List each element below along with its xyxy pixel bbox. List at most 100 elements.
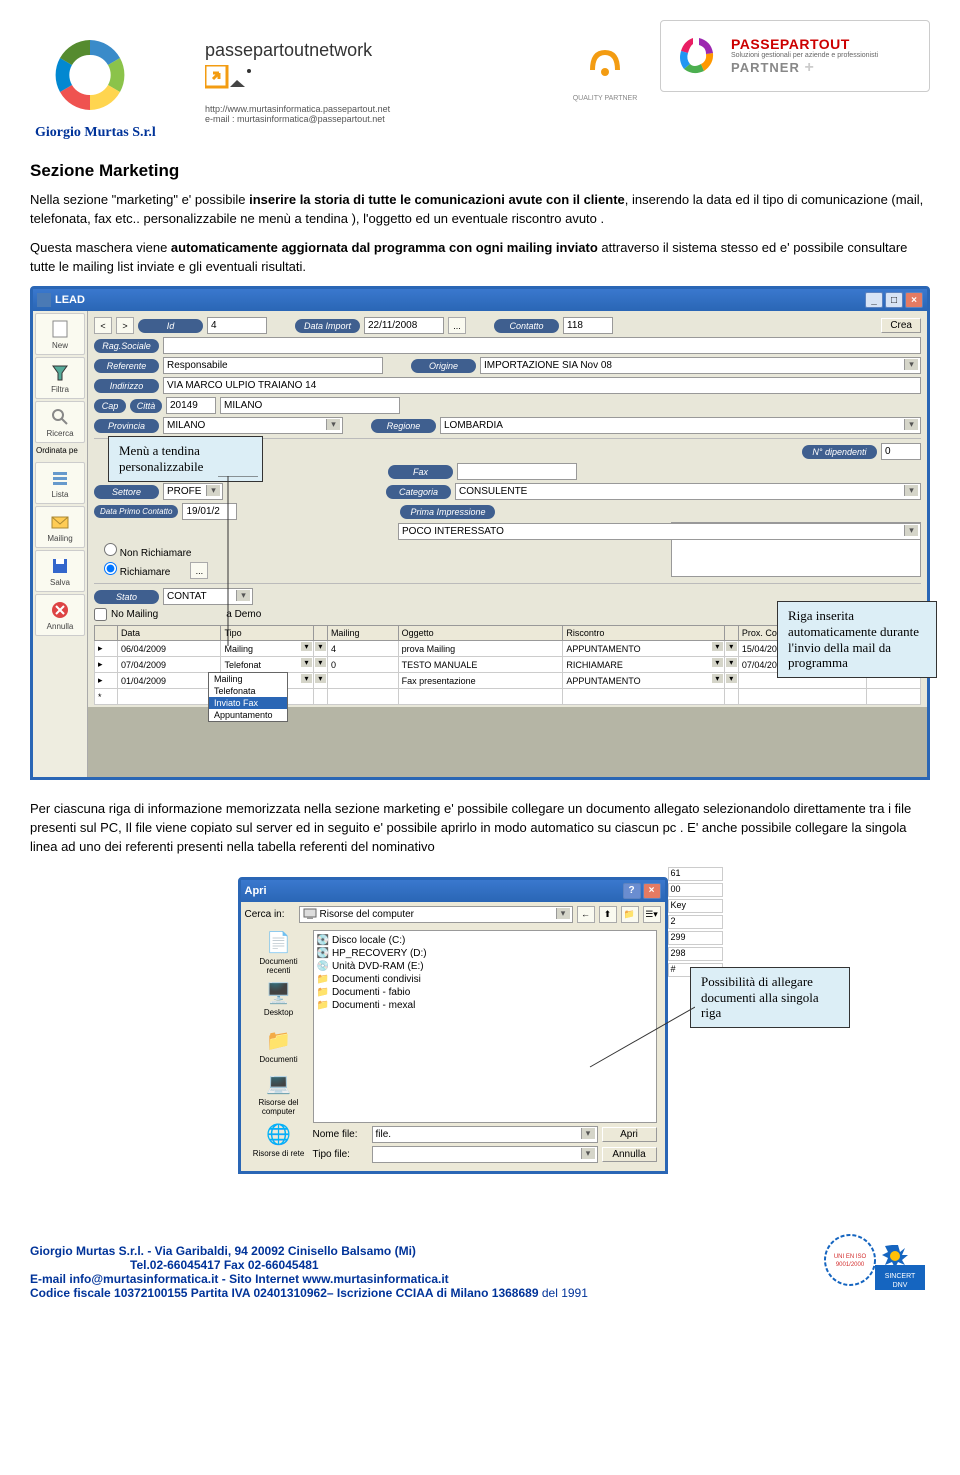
primaimpr-field[interactable]: POCO INTERESSATO [398,523,921,540]
dataimport-field[interactable]: 22/11/2008 [364,317,444,334]
filename-field[interactable]: file. [372,1126,598,1143]
dialog-sidebar-item[interactable]: 💻Risorse del computer [249,1071,309,1116]
page-footer: Giorgio Murtas S.r.l. - Via Garibaldi, 9… [30,1244,588,1300]
window-sidebar: New Filtra Ricerca Ordinata pe Lista Mai… [33,311,88,777]
sidebar-search[interactable]: Ricerca [35,401,85,443]
contatto-label: Contatto [494,319,559,333]
dialog-sidebar-item[interactable]: 📄Documenti recenti [249,930,309,975]
filename-label: Nome file: [313,1129,368,1140]
contatto-field[interactable]: 118 [563,317,613,334]
categoria-label: Categoria [386,485,451,499]
file-row[interactable]: 💽HP_RECOVERY (D:) [317,947,653,960]
table-header[interactable]: Oggetto [398,626,563,641]
indirizzo-field[interactable]: VIA MARCO ULPIO TRAIANO 14 [163,377,921,394]
ragsociale-field[interactable] [163,337,921,354]
svg-text:SINCERT: SINCERT [885,1273,916,1280]
view-menu-button[interactable]: ☰▾ [643,906,661,923]
citta-field[interactable]: MILANO [220,397,400,414]
nav-up-button[interactable]: ⬆ [599,906,617,923]
open-button[interactable]: Apri [602,1127,657,1142]
nonrichiamare-radio[interactable]: Non Richiamare [104,543,191,559]
nav-next[interactable]: > [116,317,134,334]
sidebar-filter[interactable]: Filtra [35,357,85,399]
nav-back-button[interactable]: ← [577,906,595,923]
dialog-sidebar: 📄Documenti recenti🖥️Desktop📁Documenti💻Ri… [249,930,309,1163]
table-header[interactable] [724,626,738,641]
close-button[interactable]: × [905,292,923,308]
sidebar-list[interactable]: Lista [35,462,85,504]
dataimport-label: Data Import [295,319,360,333]
id-label: Id [138,319,203,333]
quality-partner-icon [580,40,630,90]
referente-label: Referente [94,359,159,373]
regione-field[interactable]: LOMBARDIA [440,417,921,434]
sidebar-new[interactable]: New [35,313,85,355]
company-name: Giorgio Murtas S.r.l [30,125,190,141]
id-field[interactable]: 4 [207,317,267,334]
table-header[interactable]: Data [117,626,221,641]
date-dots-button[interactable]: ... [448,317,466,334]
table-header[interactable]: Riscontro [563,626,725,641]
dropdown-option[interactable]: Telefonata [209,685,287,697]
email-link[interactable]: info@murtasinformatica.it [69,1272,218,1286]
maximize-button[interactable]: □ [885,292,903,308]
app-icon [37,293,51,307]
categoria-field[interactable]: CONSULENTE [455,483,921,500]
sidebar-mailing[interactable]: Mailing [35,506,85,548]
nomailing-checkbox[interactable]: No Mailing [94,608,158,621]
table-header[interactable] [95,626,118,641]
indirizzo-label: Indirizzo [94,379,159,393]
dialog-sidebar-item[interactable]: 🖥️Desktop [249,977,309,1022]
network-icon [205,65,255,95]
table-header[interactable]: Mailing [327,626,398,641]
callout-attach: Possibilità di allegare documenti alla s… [690,967,850,1028]
company-logo [30,20,150,130]
sort-label: Ordinata pe [35,445,85,460]
file-row[interactable]: 💿Unità DVD-RAM (E:) [317,960,653,973]
cancel-button[interactable]: Annulla [602,1147,657,1162]
file-row[interactable]: 📁Documenti condivisi [317,973,653,986]
dropdown-option[interactable]: Inviato Fax [209,697,287,709]
dialog-close-button[interactable]: × [643,883,661,899]
ndip-field[interactable]: 0 [881,443,921,460]
svg-text:DNV: DNV [893,1282,908,1289]
stato-label: Stato [94,590,159,604]
tipo-dropdown-popup[interactable]: MailingTelefonataInviato FaxAppuntamento [208,672,288,722]
ragsociale-label: Rag.Sociale [94,339,159,353]
lookin-field[interactable]: Risorse del computer [299,906,573,923]
table-header[interactable] [314,626,328,641]
nav-prev[interactable]: < [94,317,112,334]
sidebar-save[interactable]: Salva [35,550,85,592]
paragraph-2: Questa maschera viene automaticamente ag… [30,239,930,277]
new-folder-button[interactable]: 📁 [621,906,639,923]
sidebar-cancel[interactable]: Annulla [35,594,85,636]
origine-field[interactable]: IMPORTAZIONE SIA Nov 08 [480,357,921,374]
dialog-sidebar-item[interactable]: 📁Documenti [249,1024,309,1069]
richiamare-dots[interactable]: ... [190,562,208,579]
dropdown-option[interactable]: Mailing [209,673,287,685]
minimize-button[interactable]: _ [865,292,883,308]
svg-text:UNI EN ISO: UNI EN ISO [834,1254,867,1260]
dropdown-option[interactable]: Appuntamento [209,709,287,721]
filetype-field[interactable] [372,1146,598,1163]
computer-icon [303,908,317,920]
help-button[interactable]: ? [623,883,641,899]
crea-button[interactable]: Crea [881,318,921,333]
lookin-label: Cerca in: [245,909,295,920]
stray-cell: 61 [668,867,723,881]
partner-box: PASSEPARTOUT Soluzioni gestionali per az… [660,20,930,92]
stray-cell: Key [668,899,723,913]
referente-field[interactable]: Responsabile [163,357,383,374]
cap-field[interactable]: 20149 [166,397,216,414]
ndip-label: N° dipendenti [802,445,877,459]
provincia-field[interactable]: MILANO [163,417,343,434]
file-row[interactable]: 💽Disco locale (C:) [317,934,653,947]
dialog-sidebar-item[interactable]: 🌐Risorse di rete [249,1118,309,1163]
richiamare-radio[interactable]: Richiamare [104,562,170,579]
fax-field[interactable] [457,463,577,480]
fax-label: Fax [388,465,453,479]
certification-badges: UNI EN ISO9001/2000SINCERTDNV [820,1230,930,1300]
window-titlebar[interactable]: LEAD _ □ × [33,289,927,311]
settore-field[interactable]: PROFE [163,483,223,500]
section-heading: Sezione Marketing [30,161,930,181]
